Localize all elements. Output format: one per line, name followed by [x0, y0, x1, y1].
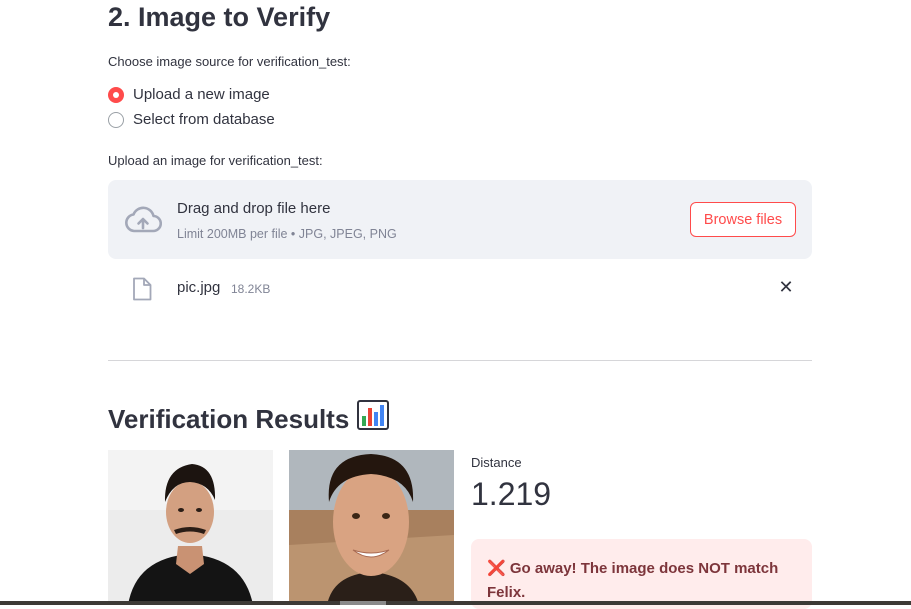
window-bottom-bar [0, 601, 911, 605]
radio-upload-new[interactable]: Upload a new image [108, 86, 270, 103]
uploaded-photo [108, 450, 273, 605]
upload-label: Upload an image for verification_test: [108, 153, 323, 168]
uploaded-file-size: 18.2KB [231, 282, 271, 296]
browse-files-button[interactable]: Browse files [690, 202, 796, 237]
radio-label-database: Select from database [133, 111, 275, 128]
section-title: 2. Image to Verify [108, 2, 331, 32]
distance-value: 1.219 [471, 476, 552, 512]
radio-label-upload: Upload a new image [133, 86, 270, 103]
remove-file-icon[interactable]: ✕ [776, 277, 796, 297]
reference-photo [289, 450, 454, 605]
section-divider [108, 360, 812, 361]
cloud-upload-icon [124, 206, 163, 239]
results-title: Verification Results [108, 404, 350, 434]
alert-message-row: ❌ Go away! The image does NOT match Feli… [487, 557, 787, 605]
dropzone-title: Drag and drop file here [177, 200, 331, 217]
file-icon [132, 277, 152, 306]
uploaded-file-name: pic.jpg [177, 279, 221, 296]
cross-mark-icon: ❌ [487, 560, 506, 577]
dropzone-subtitle: Limit 200MB per file • JPG, JPEG, PNG [177, 227, 397, 241]
results-heading: Verification Results [108, 400, 390, 438]
scroll-indicator[interactable] [340, 601, 386, 605]
radio-select-database[interactable]: Select from database [108, 111, 275, 128]
radio-selected-icon[interactable] [108, 86, 124, 103]
bar-chart-icon [357, 400, 390, 438]
alert-message: Go away! The image does NOT match Felix. [487, 560, 779, 601]
distance-label: Distance [471, 455, 522, 470]
source-label: Choose image source for verification_tes… [108, 54, 351, 69]
radio-unselected-icon[interactable] [108, 111, 124, 128]
